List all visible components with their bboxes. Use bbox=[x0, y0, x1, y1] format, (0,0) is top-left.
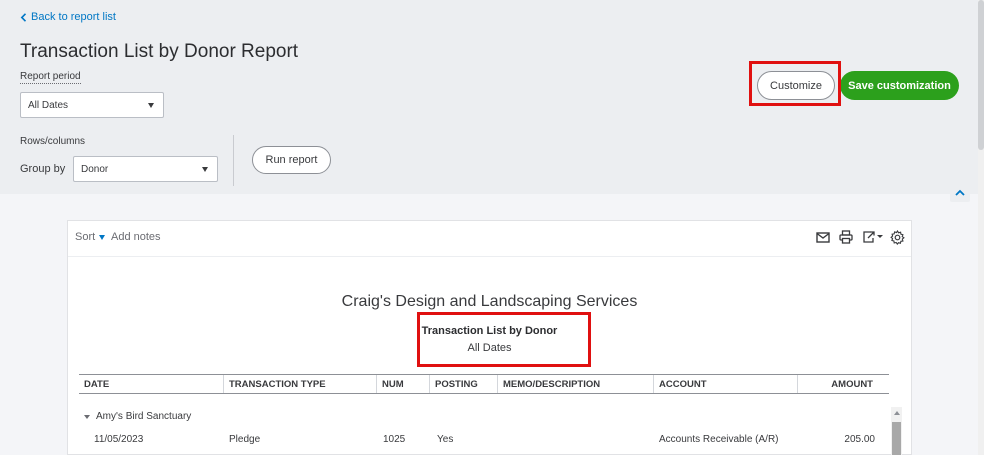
column-header-account[interactable]: ACCOUNT bbox=[654, 375, 798, 393]
report-title: Transaction List by Donor bbox=[421, 325, 558, 337]
table-scrollbar-thumb[interactable] bbox=[892, 422, 901, 455]
report-period-select[interactable]: All Dates bbox=[20, 92, 164, 118]
chevron-left-icon bbox=[20, 12, 27, 22]
back-to-report-list-link[interactable]: Back to report list bbox=[20, 11, 116, 23]
cell-amount[interactable]: 205.00 bbox=[808, 434, 875, 445]
mail-icon[interactable] bbox=[816, 229, 830, 245]
report-date-range: All Dates bbox=[467, 342, 512, 354]
scroll-up-arrow-icon[interactable] bbox=[894, 411, 900, 415]
cell-posting: Yes bbox=[437, 434, 454, 445]
column-header-transaction-type[interactable]: TRANSACTION TYPE bbox=[224, 375, 377, 393]
back-link-label: Back to report list bbox=[31, 11, 116, 23]
divider bbox=[233, 135, 234, 186]
group-name: Amy's Bird Sanctuary bbox=[96, 411, 192, 422]
chevron-up-icon bbox=[955, 189, 965, 196]
column-header-amount[interactable]: AMOUNT bbox=[798, 375, 889, 393]
report-company-name: Craig's Design and Landscaping Services bbox=[341, 293, 638, 310]
customize-button[interactable]: Customize bbox=[757, 71, 835, 100]
group-by-value: Donor bbox=[81, 163, 109, 175]
export-icon[interactable] bbox=[862, 229, 884, 245]
chevron-down-icon bbox=[148, 103, 154, 108]
column-header-memo[interactable]: MEMO/DESCRIPTION bbox=[498, 375, 654, 393]
page-scrollbar-thumb[interactable] bbox=[978, 0, 984, 150]
sort-dropdown[interactable]: Sort bbox=[75, 231, 106, 243]
cell-date: 11/05/2023 bbox=[94, 434, 144, 445]
report-period-value: All Dates bbox=[28, 99, 69, 111]
chevron-down-icon bbox=[99, 234, 106, 240]
chevron-down-icon bbox=[84, 414, 90, 419]
chevron-down-icon bbox=[202, 167, 208, 172]
cell-num: 1025 bbox=[383, 434, 406, 445]
cell-transaction-type[interactable]: Pledge bbox=[229, 434, 260, 445]
report-table-header: DATE TRANSACTION TYPE NUM POSTING MEMO/D… bbox=[79, 374, 889, 394]
report-period-label: Report period bbox=[20, 71, 81, 84]
column-header-num[interactable]: NUM bbox=[377, 375, 430, 393]
table-scrollbar[interactable] bbox=[891, 407, 902, 455]
run-report-button[interactable]: Run report bbox=[252, 146, 331, 174]
report-settings-panel: Back to report list Transaction List by … bbox=[0, 0, 978, 194]
page-title: Transaction List by Donor Report bbox=[20, 41, 299, 62]
sort-label: Sort bbox=[75, 231, 96, 243]
collapse-panel-button[interactable] bbox=[950, 183, 970, 202]
print-icon[interactable] bbox=[839, 229, 853, 245]
group-by-select[interactable]: Donor bbox=[73, 156, 218, 182]
cell-account: Accounts Receivable (A/R) bbox=[659, 434, 779, 445]
report-toolbar: Sort Add notes bbox=[68, 221, 911, 257]
group-row-toggle[interactable]: Amy's Bird Sanctuary bbox=[84, 411, 191, 422]
rows-columns-label: Rows/columns bbox=[20, 136, 86, 147]
report-card: Sort Add notes Craig's Design and Landsc… bbox=[67, 220, 912, 455]
settings-gear-icon[interactable] bbox=[890, 229, 905, 245]
add-notes-link[interactable]: Add notes bbox=[111, 231, 161, 243]
column-header-posting[interactable]: POSTING bbox=[430, 375, 498, 393]
column-header-date[interactable]: DATE bbox=[79, 375, 224, 393]
group-by-label: Group by bbox=[20, 163, 66, 175]
save-customization-button[interactable]: Save customization bbox=[840, 71, 959, 100]
